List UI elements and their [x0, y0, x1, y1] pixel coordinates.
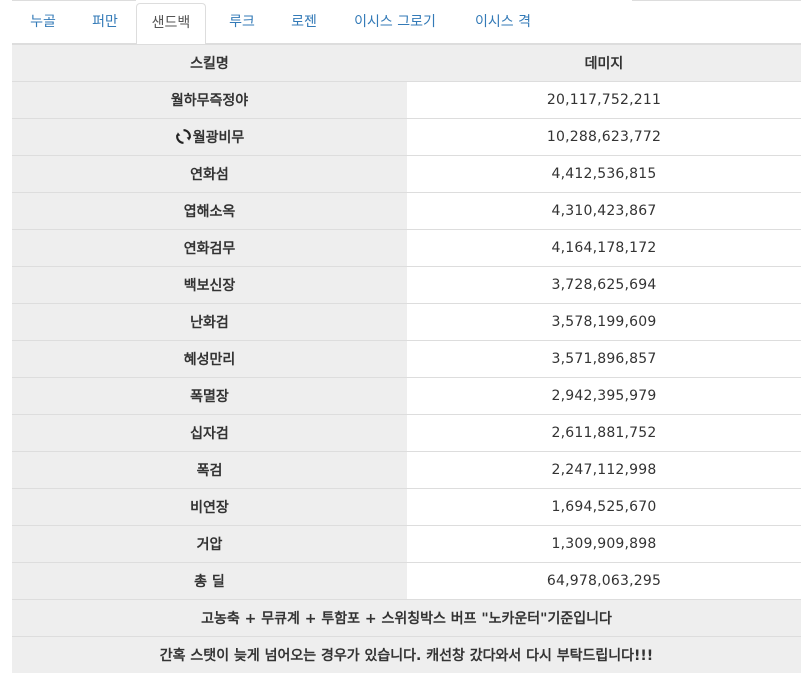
damage-cell: 2,942,395,979 [407, 377, 801, 415]
skill-name-cell: 월하무즉정야 [12, 81, 407, 119]
skill-name-label: 월광비무 [192, 130, 245, 146]
table-row: 월광비무 10,288,623,772 [12, 118, 801, 156]
note-row: 고농축 + 무큐계 + 투함포 + 스위칭박스 버프 "노카운터"기준입니다 [12, 599, 801, 637]
table-row: 폭멸장 2,942,395,979 [12, 377, 801, 415]
table-row: 연화검무 4,164,178,172 [12, 229, 801, 267]
skill-name-cell: 월광비무 [12, 118, 407, 156]
damage-cell: 2,247,112,998 [407, 451, 801, 489]
tab-sandbag[interactable]: 샌드백 [136, 3, 206, 45]
tab-isis-groggy[interactable]: 이시스 그로기 [332, 0, 458, 44]
table-row: 월하무즉정야 20,117,752,211 [12, 81, 801, 119]
table-row: 폭검 2,247,112,998 [12, 451, 801, 489]
skill-name-cell: 연화검무 [12, 229, 407, 267]
total-label: 총 딜 [12, 562, 407, 600]
tab-isis-gyeok[interactable]: 이시스 격 [458, 0, 548, 44]
skill-name-cell: 연화섬 [12, 155, 407, 193]
damage-cell: 4,412,536,815 [407, 155, 801, 193]
damage-cell: 4,310,423,867 [407, 192, 801, 230]
damage-cell: 3,728,625,694 [407, 266, 801, 304]
total-damage: 64,978,063,295 [407, 562, 801, 600]
damage-cell: 3,571,896,857 [407, 340, 801, 378]
total-row: 총 딜 64,978,063,295 [12, 562, 801, 600]
table-row: 거압 1,309,909,898 [12, 525, 801, 563]
damage-cell: 4,164,178,172 [407, 229, 801, 267]
stat-delay-notice: 간혹 스탯이 늦게 넘어오는 경우가 있습니다. 캐선창 갔다와서 다시 부탁드… [12, 636, 801, 673]
skill-name-cell: 혜성만리 [12, 340, 407, 378]
note-row: 간혹 스탯이 늦게 넘어오는 경우가 있습니다. 캐선창 갔다와서 다시 부탁드… [12, 636, 801, 673]
table-row: 혜성만리 3,571,896,857 [12, 340, 801, 378]
cycle-icon [175, 128, 192, 145]
skill-name-cell: 엽해소옥 [12, 192, 407, 230]
table-row: 백보신장 3,728,625,694 [12, 266, 801, 304]
skill-name-cell: 십자검 [12, 414, 407, 452]
table-row: 비연장 1,694,525,670 [12, 488, 801, 526]
header-damage: 데미지 [407, 44, 801, 82]
skill-name-cell: 폭멸장 [12, 377, 407, 415]
skill-name-cell: 난화검 [12, 303, 407, 341]
tab-bar: 누골 퍼만 샌드백 루크 로젠 이시스 그로기 이시스 격 [12, 0, 801, 45]
skill-name-cell: 폭검 [12, 451, 407, 489]
damage-table: 스킬명 데미지 월하무즉정야 20,117,752,211 월광비무 10,28… [12, 44, 801, 673]
skill-name-cell: 백보신장 [12, 266, 407, 304]
header-skill-name: 스킬명 [12, 44, 407, 82]
damage-cell: 2,611,881,752 [407, 414, 801, 452]
tab-peoman[interactable]: 퍼만 [74, 0, 136, 44]
tab-luke[interactable]: 루크 [206, 0, 278, 44]
table-row: 난화검 3,578,199,609 [12, 303, 801, 341]
table-header-row: 스킬명 데미지 [12, 44, 801, 82]
damage-cell: 20,117,752,211 [407, 81, 801, 119]
skill-name-cell: 비연장 [12, 488, 407, 526]
table-row: 엽해소옥 4,310,423,867 [12, 192, 801, 230]
damage-cell: 10,288,623,772 [407, 118, 801, 156]
skill-name-cell: 거압 [12, 525, 407, 563]
damage-cell: 1,694,525,670 [407, 488, 801, 526]
table-row: 연화섬 4,412,536,815 [12, 155, 801, 193]
damage-cell: 1,309,909,898 [407, 525, 801, 563]
damage-cell: 3,578,199,609 [407, 303, 801, 341]
table-row: 십자검 2,611,881,752 [12, 414, 801, 452]
buff-condition-note: 고농축 + 무큐계 + 투함포 + 스위칭박스 버프 "노카운터"기준입니다 [12, 599, 801, 637]
tab-nugol[interactable]: 누골 [12, 0, 74, 44]
tab-rosen[interactable]: 로젠 [278, 0, 330, 44]
